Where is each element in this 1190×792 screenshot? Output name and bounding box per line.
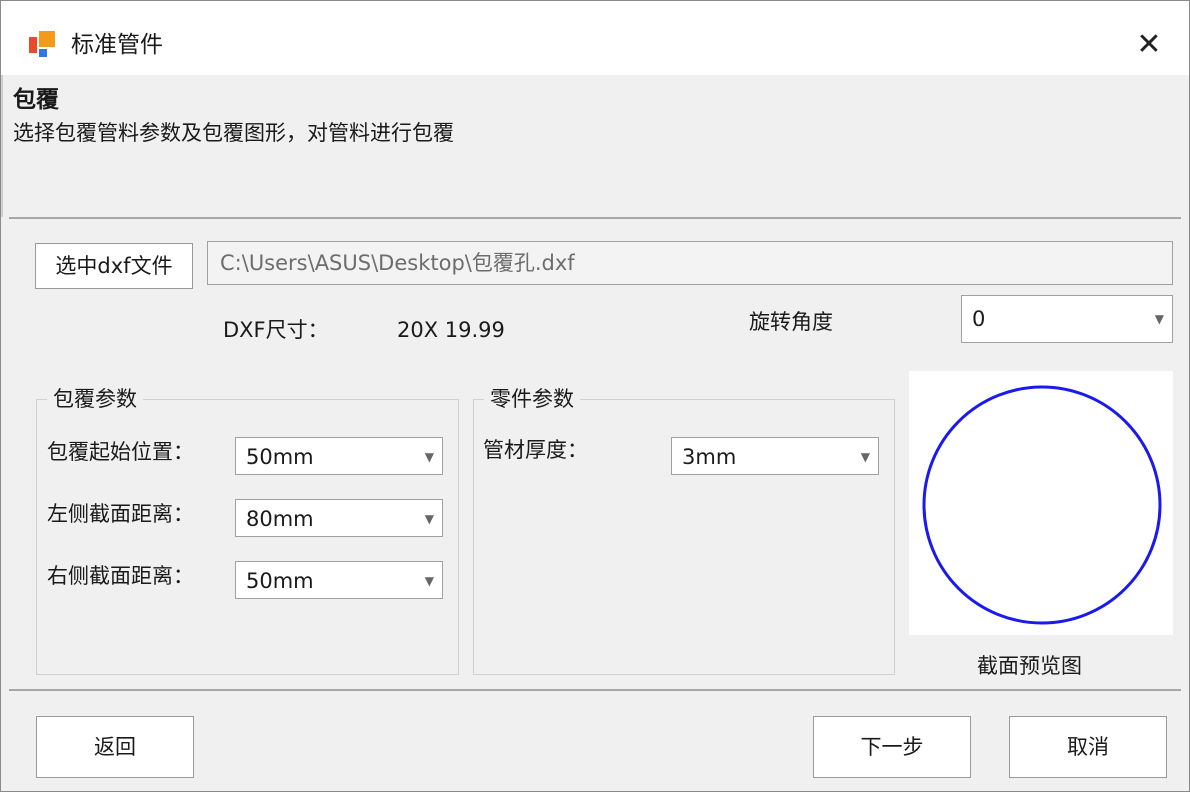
rotation-label: 旋转角度 — [749, 310, 833, 334]
section-preview — [909, 371, 1173, 635]
window-title: 标准管件 — [71, 32, 163, 58]
rotation-select[interactable]: 0 ▼ — [961, 295, 1173, 343]
dxf-size-value: 20X 19.99 — [397, 318, 505, 342]
cancel-button[interactable]: 取消 — [1009, 716, 1167, 778]
app-logo-icon — [29, 31, 61, 57]
chevron-down-icon: ▼ — [424, 450, 434, 464]
chevron-down-icon: ▼ — [424, 512, 434, 526]
title-bar: 标准管件 ✕ — [1, 1, 1189, 75]
file-path-field[interactable]: C:\Users\ASUS\Desktop\包覆孔.dxf — [207, 241, 1173, 285]
left-section-value: 80mm — [246, 507, 314, 531]
back-button[interactable]: 返回 — [36, 716, 194, 778]
page-description: 选择包覆管料参数及包覆图形，对管料进行包覆 — [13, 121, 454, 145]
close-icon[interactable]: ✕ — [1129, 25, 1169, 65]
right-section-select[interactable]: 50mm ▼ — [235, 561, 443, 599]
dialog-window: 标准管件 ✕ 包覆 选择包覆管料参数及包覆图形，对管料进行包覆 选中dxf文件 … — [0, 0, 1190, 792]
select-dxf-button[interactable]: 选中dxf文件 — [35, 243, 193, 289]
next-button[interactable]: 下一步 — [813, 716, 971, 778]
chevron-down-icon: ▼ — [860, 450, 870, 464]
right-section-label: 右侧截面距离： — [47, 564, 194, 588]
wrap-start-select[interactable]: 50mm ▼ — [235, 437, 443, 475]
left-section-label: 左侧截面距离： — [47, 502, 194, 526]
wrap-params-legend: 包覆参数 — [47, 384, 143, 414]
right-section-value: 50mm — [246, 569, 314, 593]
thickness-value: 3mm — [682, 445, 737, 469]
page-header: 包覆 选择包覆管料参数及包覆图形，对管料进行包覆 — [1, 75, 1189, 217]
wrap-start-label: 包覆起始位置： — [47, 440, 194, 464]
page-title: 包覆 — [13, 87, 59, 113]
part-params-legend: 零件参数 — [484, 384, 580, 414]
chevron-down-icon: ▼ — [424, 574, 434, 588]
preview-canvas — [922, 385, 1162, 625]
preview-label: 截面预览图 — [977, 654, 1082, 678]
footer-divider — [9, 689, 1181, 691]
dxf-size-label: DXF尺寸： — [223, 318, 329, 342]
thickness-select[interactable]: 3mm ▼ — [671, 437, 879, 475]
thickness-label: 管材厚度： — [483, 438, 588, 462]
left-section-select[interactable]: 80mm ▼ — [235, 499, 443, 537]
chevron-down-icon: ▼ — [1154, 312, 1164, 326]
rotation-select-value: 0 — [972, 307, 986, 331]
wrap-start-value: 50mm — [246, 445, 314, 469]
header-divider — [9, 217, 1181, 219]
section-circle-shape — [922, 385, 1162, 625]
